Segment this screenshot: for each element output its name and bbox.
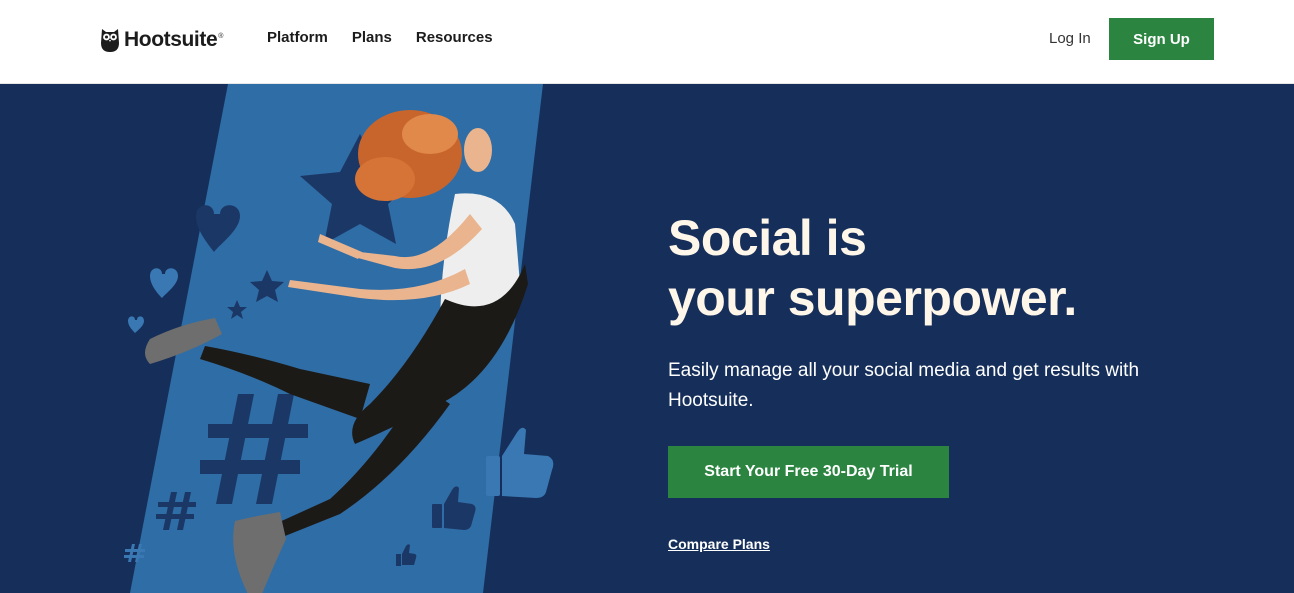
hero-section: Social is your superpower. Easily manage… <box>0 84 1294 593</box>
heart-icon <box>128 316 144 333</box>
top-navbar: Hootsuite ® Platform Plans Resources Log… <box>0 0 1294 84</box>
hero-subtitle: Easily manage all your social media and … <box>668 360 1140 411</box>
hero-title-line-1: Social is <box>668 210 867 266</box>
owl-logo-icon <box>101 29 119 52</box>
hootsuite-logo[interactable]: Hootsuite ® <box>100 26 223 54</box>
heart-icon <box>150 268 178 298</box>
logo-trademark: ® <box>218 32 224 40</box>
nav-resources[interactable]: Resources <box>416 29 493 46</box>
nav-plans[interactable]: Plans <box>352 29 392 46</box>
signup-button[interactable]: Sign Up <box>1109 18 1214 60</box>
hero-title: Social is your superpower. <box>668 208 1228 328</box>
nav-platform[interactable]: Platform <box>267 29 328 46</box>
login-link[interactable]: Log In <box>1049 30 1091 47</box>
start-free-trial-button[interactable]: Start Your Free 30-Day Trial <box>668 446 949 498</box>
hero-text-block: Social is your superpower. Easily manage… <box>668 208 1228 554</box>
hero-illustration <box>124 84 554 593</box>
logo-text: Hootsuite <box>124 28 218 51</box>
compare-plans-link[interactable]: Compare Plans <box>668 536 770 552</box>
main-nav: Platform Plans Resources <box>267 29 493 46</box>
hero-title-line-2: your superpower. <box>668 270 1077 326</box>
